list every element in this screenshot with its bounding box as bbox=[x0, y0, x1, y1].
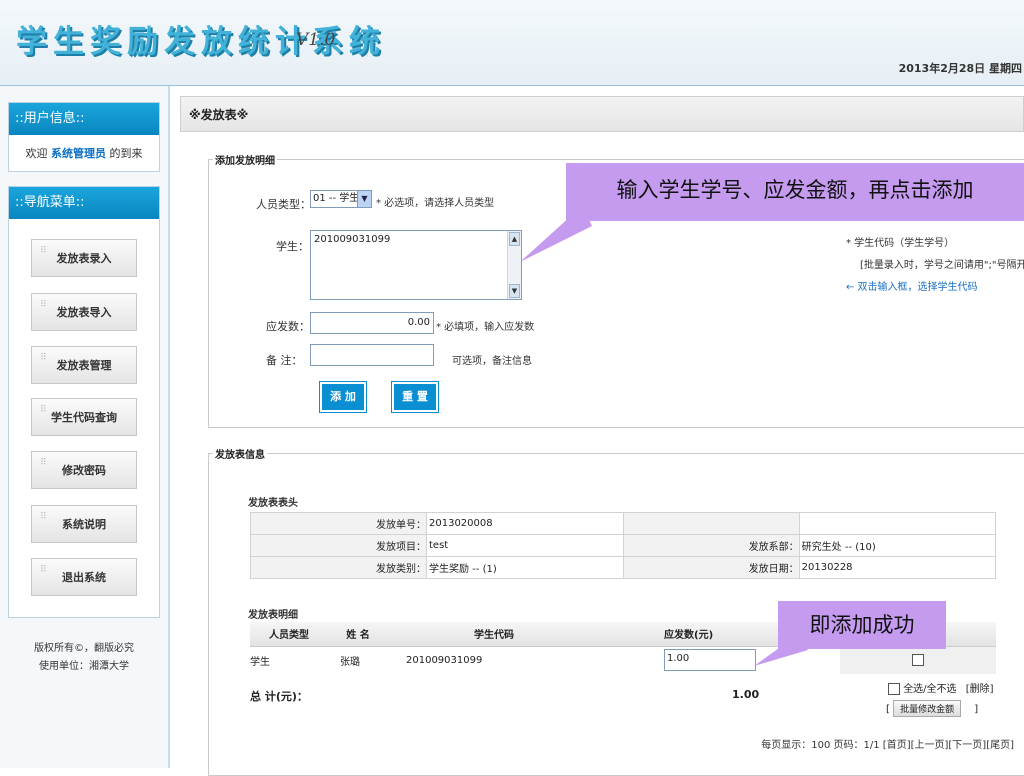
table-row: 发放项目： test 发放系部： 研究生处 -- (10) bbox=[250, 534, 997, 557]
add-detail-legend: 添加发放明细 bbox=[215, 156, 275, 167]
amount-label: 应发数： bbox=[266, 320, 310, 333]
person-type-select[interactable]: 01 -- 学生 ▼ bbox=[310, 190, 372, 208]
cell-name: 张璐 bbox=[340, 656, 360, 668]
admin-name: 系统管理员 bbox=[51, 147, 106, 160]
app-version: V1.0 bbox=[296, 30, 336, 50]
table-row: 发放单号： 2013020008 bbox=[250, 512, 997, 535]
info-legend: 发放表信息 bbox=[215, 450, 265, 461]
table-row: 发放类别： 学生奖励 -- (1) 发放日期： 20130228 bbox=[250, 556, 997, 579]
remark-hint: 可选项，备注信息 bbox=[452, 356, 532, 367]
student-hint-2: [批量录入时，学号之间请用";"号隔开] bbox=[860, 260, 1024, 271]
category-value: 学生奖励 -- (1) bbox=[426, 556, 624, 579]
bullet-icon: ⠿ bbox=[40, 458, 47, 468]
select-all-checkbox[interactable] bbox=[888, 683, 900, 695]
app-header: 学生奖励发放统计系统 V1.0 2013年2月28日 星期四 bbox=[0, 0, 1024, 86]
select-all-group: 全选/全不选 [删除] bbox=[888, 680, 994, 695]
date-value: 20130228 bbox=[798, 556, 997, 579]
amount-hint: * 必填项，输入应发数 bbox=[436, 322, 535, 333]
user-info-title: ::用户信息:: bbox=[9, 103, 159, 135]
project-key: 发放项目： bbox=[250, 534, 427, 557]
nav-title: ::导航菜单:: bbox=[9, 187, 159, 219]
row-amount-input[interactable]: 1.00 bbox=[664, 649, 756, 672]
bullet-icon: ⠿ bbox=[40, 405, 47, 415]
empty-value bbox=[798, 512, 997, 535]
bullet-icon: ⠿ bbox=[40, 246, 47, 256]
detail-section-title: 发放表明细 bbox=[248, 610, 298, 621]
scroll-down-icon[interactable]: ▼ bbox=[509, 284, 520, 298]
nav-item-entry[interactable]: ⠿ 发放表录入 bbox=[31, 239, 137, 277]
nav-item-manage[interactable]: ⠿ 发放表管理 bbox=[31, 346, 137, 384]
header-section-title: 发放表表头 bbox=[248, 498, 298, 509]
order-no-key: 发放单号： bbox=[250, 512, 427, 535]
bullet-icon: ⠿ bbox=[40, 300, 47, 310]
col-person-type: 人员类型 bbox=[250, 622, 328, 647]
reset-button[interactable]: 重 置 bbox=[391, 381, 439, 413]
student-label: 学生： bbox=[276, 240, 309, 253]
order-no-value: 2013020008 bbox=[426, 512, 624, 535]
project-value: test bbox=[426, 534, 624, 557]
person-type-hint: * 必选项，请选择人员类型 bbox=[376, 198, 495, 209]
bullet-icon: ⠿ bbox=[40, 565, 47, 575]
callout-top: 输入学生学号、应发金额，再点击添加 bbox=[566, 163, 1024, 221]
row-checkbox[interactable] bbox=[912, 654, 924, 667]
col-name: 姓 名 bbox=[328, 622, 388, 647]
total-label: 总 计(元)： bbox=[250, 690, 308, 703]
delete-link[interactable]: [删除] bbox=[966, 684, 994, 695]
select-all-label[interactable]: 全选/全不选 bbox=[903, 684, 956, 695]
cell-type: 学生 bbox=[250, 656, 270, 668]
person-type-label: 人员类型： bbox=[256, 198, 311, 211]
nav-item-password[interactable]: ⠿ 修改密码 bbox=[31, 451, 137, 489]
welcome-text: 欢迎 系统管理员 的到来 bbox=[25, 147, 143, 160]
user-info-panel: ::用户信息:: 欢迎 系统管理员 的到来 bbox=[8, 102, 160, 172]
date-key: 发放日期： bbox=[622, 556, 800, 579]
copyright: 版权所有©，翻版必究 使用单位：湘潭大学 bbox=[34, 643, 134, 672]
amount-input[interactable]: 0.00 bbox=[310, 312, 434, 334]
current-date: 2013年2月28日 星期四 bbox=[898, 62, 1022, 75]
category-key: 发放类别： bbox=[250, 556, 427, 579]
cell-select bbox=[840, 646, 996, 674]
nav-panel: ::导航菜单:: ⠿ 发放表录入 ⠿ 发放表导入 ⠿ 发放表管理 ⠿ 学生代码查询 ⠿ 修… bbox=[8, 186, 160, 618]
dept-value: 研究生处 -- (10) bbox=[798, 534, 997, 557]
batch-edit-button[interactable]: 批量修改金额 bbox=[893, 700, 962, 717]
dept-key: 发放系部： bbox=[622, 534, 800, 557]
remark-input[interactable] bbox=[310, 344, 434, 366]
nav-item-help[interactable]: ⠿ 系统说明 bbox=[31, 505, 137, 543]
nav-item-student-code[interactable]: ⠿ 学生代码查询 bbox=[31, 398, 137, 436]
batch-edit-group: [ 批量修改金额 ] bbox=[886, 700, 978, 717]
sidebar: ::用户信息:: 欢迎 系统管理员 的到来 ::导航菜单:: ⠿ 发放表录入 ⠿ 发… bbox=[0, 86, 170, 768]
pagination[interactable]: 每页显示：100 页码：1/1 [首页][上一页][下一页][尾页] bbox=[761, 736, 1014, 751]
bullet-icon: ⠿ bbox=[40, 353, 47, 363]
header-table: 发放单号： 2013020008 发放项目： test 发放系部： 研究生处 -… bbox=[250, 512, 997, 579]
student-code-textarea[interactable]: 201009031099 ▲ ▼ bbox=[310, 230, 522, 300]
nav-item-import[interactable]: ⠿ 发放表导入 bbox=[31, 293, 137, 331]
add-button[interactable]: 添 加 bbox=[319, 381, 367, 413]
bullet-icon: ⠿ bbox=[40, 512, 47, 522]
callout-bottom: 即添加成功 bbox=[778, 601, 946, 649]
student-hint-1: * 学生代码（学生学号） bbox=[846, 238, 955, 249]
student-hint-3: ← 双击输入框，选择学生代码 bbox=[846, 282, 978, 293]
chevron-down-icon[interactable]: ▼ bbox=[357, 191, 371, 207]
nav-item-logout[interactable]: ⠿ 退出系统 bbox=[31, 558, 137, 596]
scroll-up-icon[interactable]: ▲ bbox=[509, 232, 520, 246]
empty-key bbox=[622, 512, 800, 535]
textarea-scrollbar[interactable]: ▲ ▼ bbox=[507, 231, 521, 299]
total-value: 1.00 bbox=[732, 688, 760, 701]
col-student-code: 学生代码 bbox=[388, 622, 600, 647]
remark-label: 备 注： bbox=[266, 354, 303, 367]
cell-code: 201009031099 bbox=[406, 654, 483, 666]
page-title: ※发放表※ bbox=[180, 96, 1024, 132]
table-row: 学生 张璐 201009031099 1.00 bbox=[250, 646, 996, 674]
